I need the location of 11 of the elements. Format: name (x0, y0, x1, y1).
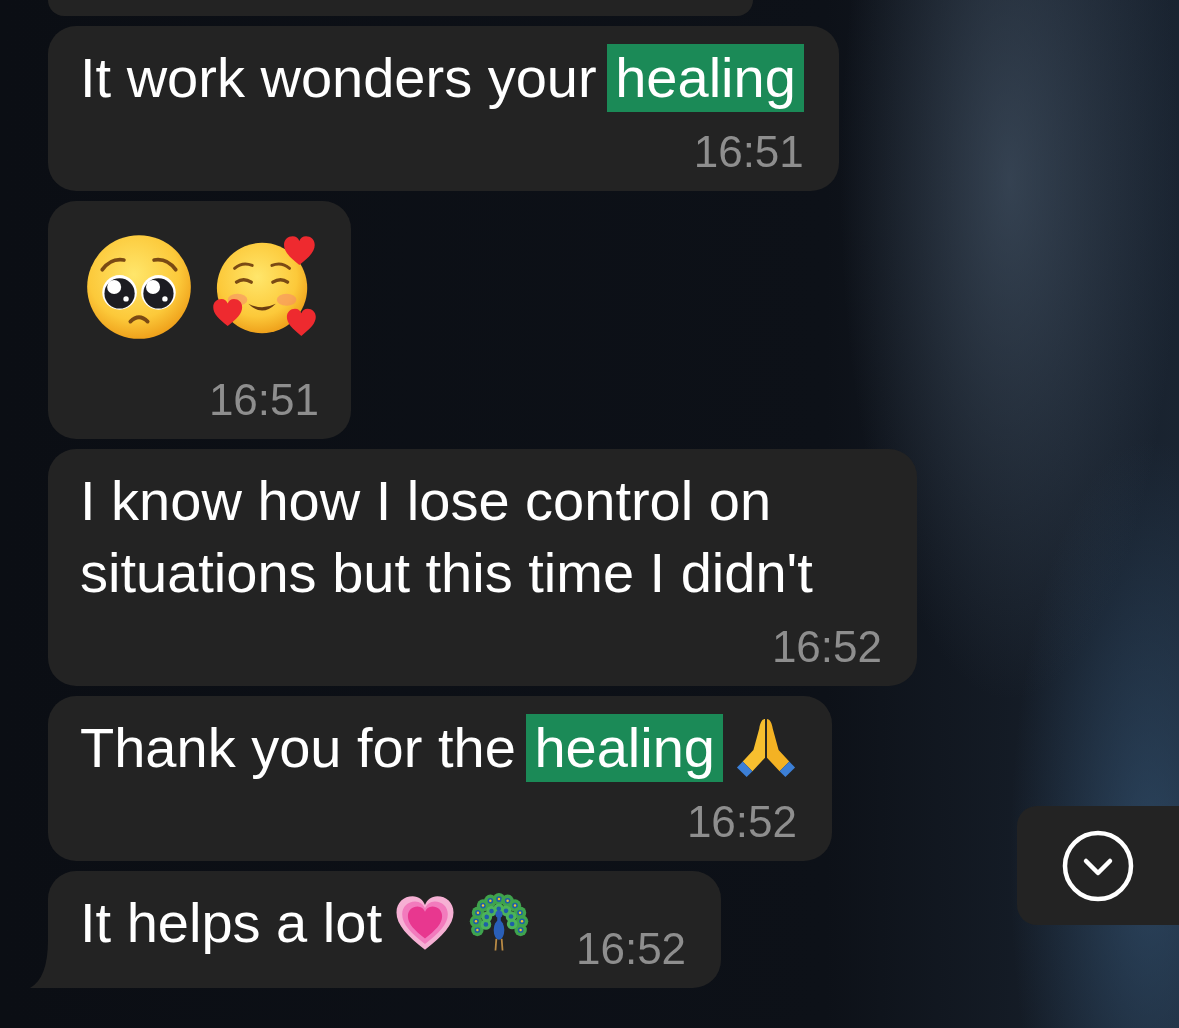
chevron-down-circle-icon (1062, 829, 1134, 902)
message-text: I know how I lose control on situations but this time I didn't (80, 468, 814, 606)
message-time: 16:52 (575, 925, 687, 973)
message-text: It helps a lot (80, 890, 382, 956)
message-text: It work wonders your healing (80, 42, 804, 114)
message-time: 16:52 (686, 798, 797, 846)
scroll-down-button[interactable] (1017, 806, 1179, 925)
message-time: 16:51 (693, 128, 804, 176)
message-time: 16:52 (771, 623, 882, 671)
message-text: Thank you for the healing (80, 712, 723, 784)
message-time: 16:51 (208, 376, 319, 424)
